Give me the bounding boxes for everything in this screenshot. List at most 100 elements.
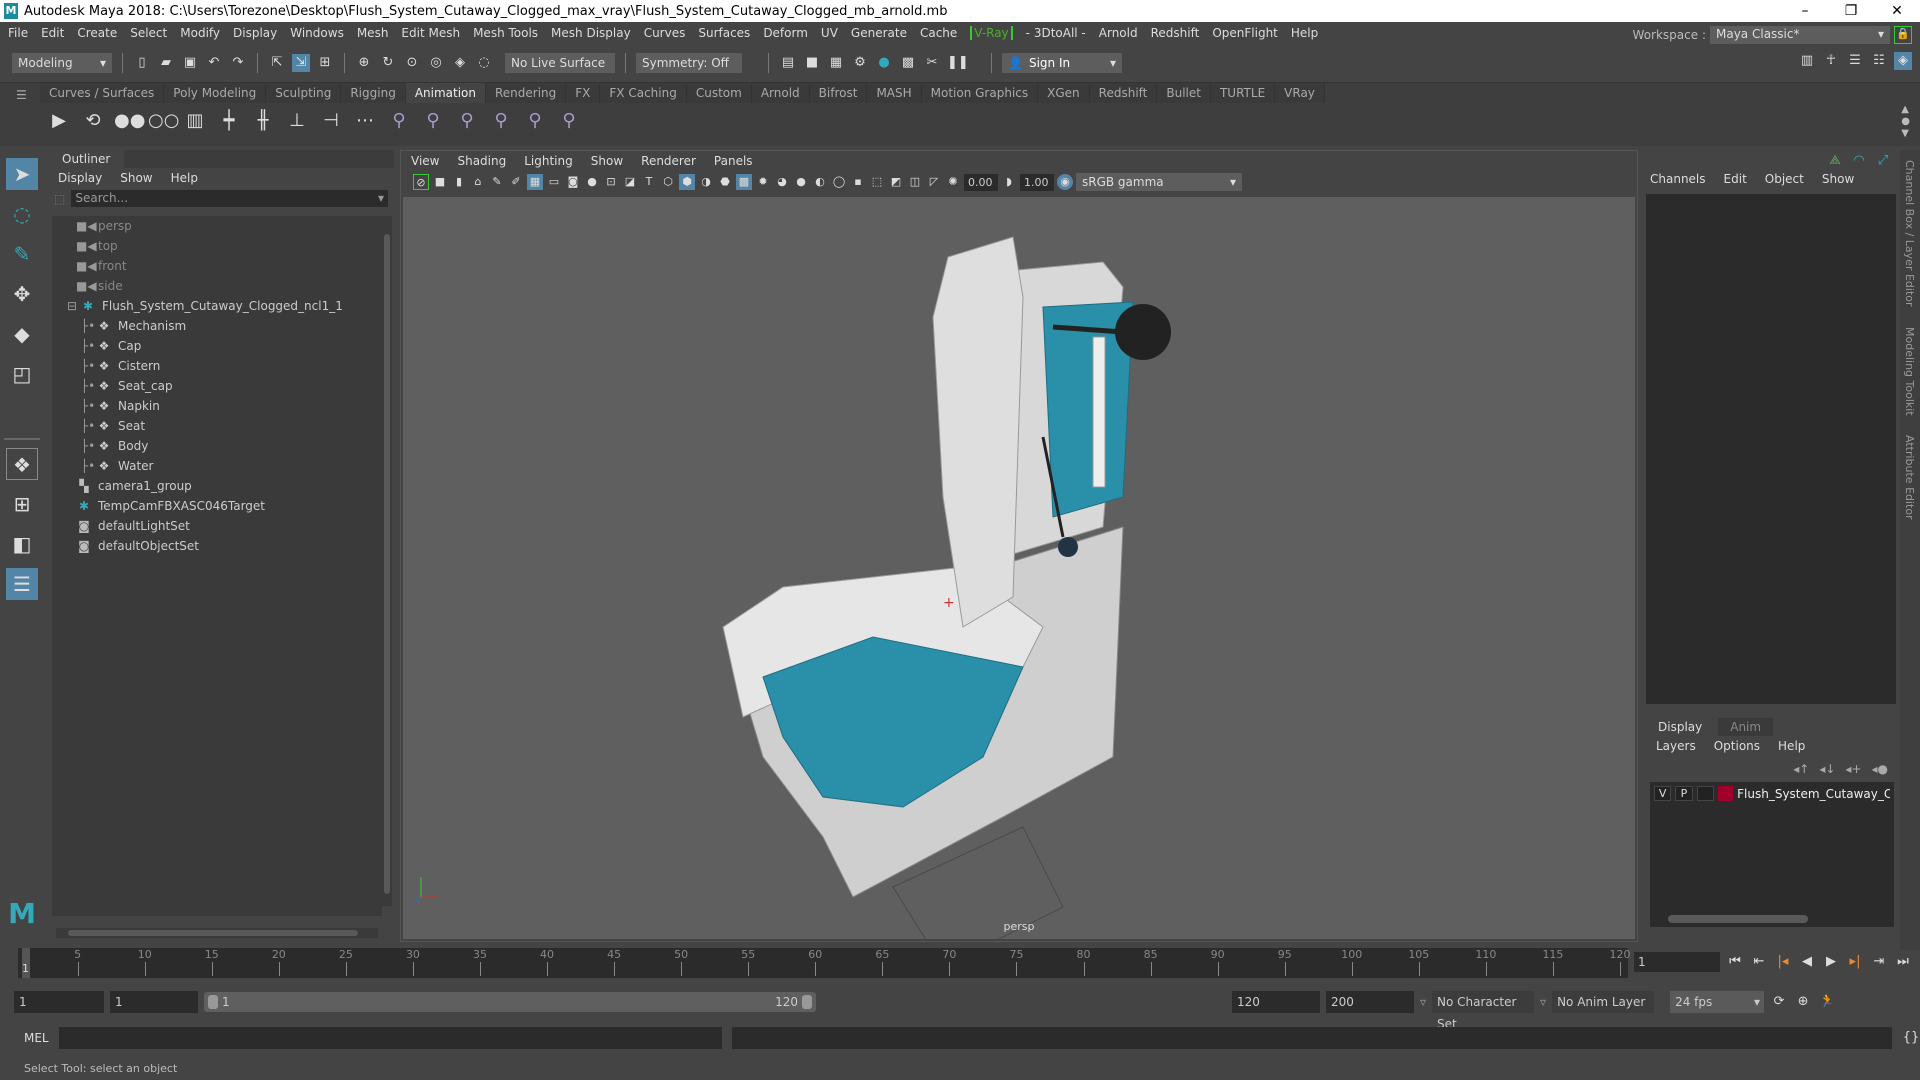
step-forward-frame-icon[interactable]: ▸| bbox=[1846, 953, 1864, 971]
menu-curves[interactable]: Curves bbox=[644, 26, 686, 40]
vp-menu-lighting[interactable]: Lighting bbox=[524, 154, 573, 168]
viewport-canvas[interactable]: + persp bbox=[403, 197, 1635, 968]
shadows-icon[interactable]: ◕ bbox=[774, 174, 790, 190]
modeling-toolkit-icon[interactable]: ▥ bbox=[1798, 52, 1816, 70]
expand-toggle-icon[interactable]: ⊟ bbox=[64, 296, 80, 316]
layer-visibility-toggle[interactable]: V bbox=[1654, 786, 1672, 801]
snap-point-icon[interactable]: ⊙ bbox=[403, 54, 421, 72]
side-tab-1[interactable]: Modeling Toolkit bbox=[1903, 327, 1916, 416]
exposure-field[interactable]: 0.00 bbox=[964, 173, 998, 191]
safe-title-icon[interactable]: T bbox=[641, 174, 657, 190]
channel-box-icon[interactable]: ◈ bbox=[1894, 52, 1912, 70]
shelf-scroll[interactable]: ▲ ● ▼ bbox=[1901, 104, 1910, 140]
outliner-item[interactable]: ✱ TempCamFBXASC046Target bbox=[52, 496, 382, 516]
character-set-dropdown[interactable]: No Character Set bbox=[1432, 991, 1535, 1031]
render-view-icon[interactable]: ▤ bbox=[779, 54, 797, 72]
outliner-item[interactable]: ⊟ ✱ Flush_System_Cutaway_Clogged_ncl1_1 bbox=[52, 296, 382, 316]
snap-curve-icon[interactable]: ↻ bbox=[379, 54, 397, 72]
auto-key-icon[interactable]: ⊕ bbox=[1794, 993, 1812, 1011]
workspace-dropdown[interactable]: Maya Classic* ▾ bbox=[1710, 26, 1890, 44]
side-tab-0[interactable]: Channel Box / Layer Editor bbox=[1903, 160, 1916, 307]
outliner-item[interactable]: ■◀ top bbox=[52, 236, 382, 256]
layer-color-swatch[interactable] bbox=[1717, 786, 1734, 801]
ol-menu-display[interactable]: Display bbox=[58, 171, 102, 185]
move-layer-up-icon[interactable]: ◂↑ bbox=[1793, 762, 1809, 776]
anti-aliasing-icon[interactable]: ◯ bbox=[831, 174, 847, 190]
menu-create[interactable]: Create bbox=[77, 26, 117, 40]
shelf-tab-arnold[interactable]: Arnold bbox=[751, 83, 810, 103]
shelf-tab-animation[interactable]: Animation bbox=[405, 83, 486, 103]
depth-of-field-icon[interactable]: ▪ bbox=[850, 174, 866, 190]
vp-menu-view[interactable]: View bbox=[411, 154, 439, 168]
menu-arnold[interactable]: Arnold bbox=[1099, 26, 1138, 40]
playback-end-field[interactable]: 120 bbox=[1232, 991, 1320, 1013]
shelf-tab-poly-modeling[interactable]: Poly Modeling bbox=[164, 83, 267, 103]
shelf-tab-bullet[interactable]: Bullet bbox=[1157, 83, 1211, 103]
undo-icon[interactable]: ↶ bbox=[205, 54, 223, 72]
go-to-start-icon[interactable]: ⏮ bbox=[1726, 953, 1744, 971]
range-start-handle[interactable] bbox=[208, 995, 218, 1009]
render-frame-icon[interactable]: ■ bbox=[803, 54, 821, 72]
menu-windows[interactable]: Windows bbox=[290, 26, 344, 40]
shelf-tab-rendering[interactable]: Rendering bbox=[486, 83, 567, 103]
shelf-tab-curves-surfaces[interactable]: Curves / Surfaces bbox=[40, 83, 165, 103]
manipulator-icon[interactable]: ⟁ bbox=[1826, 152, 1844, 170]
snap-grid-icon[interactable]: ⊕ bbox=[355, 54, 373, 72]
layer-tab-display[interactable]: Display bbox=[1646, 718, 1715, 736]
mel-label[interactable]: MEL bbox=[24, 1031, 49, 1045]
isolate-select-icon[interactable]: ⬚ bbox=[869, 174, 885, 190]
select-tool-icon[interactable]: ➤ bbox=[6, 158, 38, 190]
shelf-tab-xgen[interactable]: XGen bbox=[1038, 83, 1090, 103]
ipr-render-icon[interactable]: ▦ bbox=[827, 54, 845, 72]
script-editor-icon[interactable]: {} bbox=[1902, 1029, 1920, 1047]
key-scale-icon[interactable]: ⊣ bbox=[318, 108, 344, 134]
menu-cache[interactable]: Cache bbox=[920, 26, 957, 40]
rotate-tool-icon[interactable]: ◆ bbox=[6, 318, 38, 350]
grease-pencil-icon[interactable]: ✐ bbox=[508, 174, 524, 190]
current-time-indicator[interactable]: 1 bbox=[22, 948, 30, 978]
outliner-item[interactable]: ├• ❖ Seat bbox=[52, 416, 382, 436]
xray-joints-icon[interactable]: ◫ bbox=[907, 174, 923, 190]
minimize-button[interactable]: – bbox=[1782, 0, 1828, 22]
shelf-menu-icon[interactable]: ☰ bbox=[16, 88, 27, 102]
image-plane-icon[interactable]: ⌂ bbox=[470, 174, 486, 190]
paint-select-icon[interactable]: ✎ bbox=[6, 238, 38, 270]
outliner-item[interactable]: ├• ❖ Body bbox=[52, 436, 382, 456]
menu-redshift[interactable]: Redshift bbox=[1151, 26, 1200, 40]
four-view-icon[interactable]: ⊞ bbox=[6, 488, 38, 520]
field-chart-icon[interactable]: ⊡ bbox=[603, 174, 619, 190]
cb-menu-edit[interactable]: Edit bbox=[1724, 172, 1747, 186]
xray-components-icon[interactable]: ◸ bbox=[926, 174, 942, 190]
color-space-dropdown[interactable]: sRGB gamma ▾ bbox=[1076, 173, 1242, 191]
constraint-point-icon[interactable]: ⚲ bbox=[420, 108, 446, 134]
outliner-item[interactable]: ├• ❖ Napkin bbox=[52, 396, 382, 416]
unghost-icon[interactable]: ○○ bbox=[148, 108, 179, 134]
bookmark-icon[interactable]: ▮ bbox=[451, 174, 467, 190]
new-layer-selected-icon[interactable]: ◂● bbox=[1872, 762, 1889, 776]
outliner-item[interactable]: ■◀ persp bbox=[52, 216, 382, 236]
time-slider[interactable]: 5 10 15 20 25 30 35 40 45 50 55 60 65 70 75 80 85 90 95 100… bbox=[18, 948, 1631, 978]
render-setup-icon[interactable]: ▩ bbox=[899, 54, 917, 72]
single-view-icon[interactable]: ❖ bbox=[6, 448, 38, 480]
select-component-icon[interactable]: ⊞ bbox=[316, 54, 334, 72]
menu-surfaces[interactable]: Surfaces bbox=[698, 26, 750, 40]
fps-dropdown[interactable]: 24 fps ▾ bbox=[1670, 991, 1765, 1013]
shelf-tab-fx[interactable]: FX bbox=[566, 83, 601, 103]
animation-prefs-icon[interactable]: 🏃 bbox=[1818, 993, 1836, 1011]
symmetry-dropdown[interactable]: Symmetry: Off bbox=[636, 53, 742, 73]
menu-mesh-tools[interactable]: Mesh Tools bbox=[473, 26, 538, 40]
le-menu-help[interactable]: Help bbox=[1778, 739, 1805, 753]
menu-mesh[interactable]: Mesh bbox=[357, 26, 389, 40]
shelf-tab-custom[interactable]: Custom bbox=[686, 83, 752, 103]
shelf-tab-redshift[interactable]: Redshift bbox=[1089, 83, 1158, 103]
select-hierarchy-icon[interactable]: ⇱ bbox=[268, 54, 286, 72]
attribute-editor-icon[interactable]: ☰ bbox=[1846, 52, 1864, 70]
layer-hscrollbar[interactable] bbox=[1656, 915, 1886, 925]
menu-generate[interactable]: Generate bbox=[851, 26, 907, 40]
range-slider[interactable]: 1 120 bbox=[204, 992, 816, 1012]
start-time-field[interactable]: 1 bbox=[14, 991, 104, 1013]
move-tool-icon[interactable]: ✥ bbox=[6, 278, 38, 310]
outliner-item[interactable]: ├• ❖ Water bbox=[52, 456, 382, 476]
outliner-item[interactable]: ■◀ front bbox=[52, 256, 382, 276]
speed-icon[interactable]: ◠ bbox=[1850, 152, 1868, 170]
